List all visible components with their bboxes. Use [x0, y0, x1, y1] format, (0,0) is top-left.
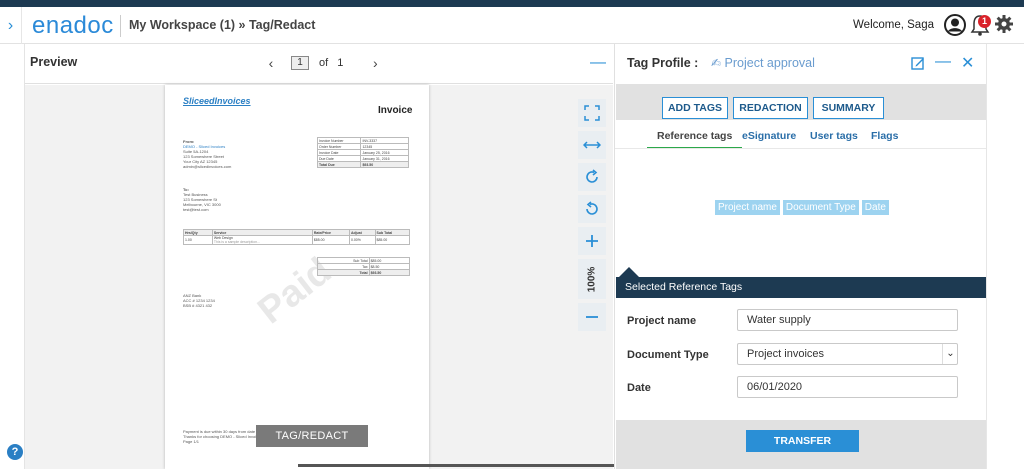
subtab-esignature[interactable]: eSignature — [742, 130, 796, 142]
zoom-out-icon[interactable] — [578, 303, 606, 331]
selected-tags-header: Selected Reference Tags — [616, 277, 987, 298]
page-navigator: ‹ 1 of 1 › — [263, 55, 383, 71]
document-viewer[interactable]: SliceedInvoices Invoice Paid From: DEMO … — [25, 85, 613, 469]
zoom-value: 100% — [586, 266, 598, 292]
from-block: From: DEMO - Sliced Invoices Suite 5A-12… — [183, 139, 231, 169]
page-total: 1 — [337, 57, 344, 69]
header-divider — [120, 15, 121, 37]
panel-title: Tag Profile : — [627, 56, 699, 70]
from-line: admin@slicedinvoices.com — [183, 164, 232, 169]
close-icon[interactable]: ✕ — [961, 53, 974, 73]
section-notch — [619, 267, 639, 277]
reference-tag-chips: Project name Document Type Date — [715, 200, 892, 215]
tab-redaction[interactable]: REDACTION — [733, 97, 808, 119]
preview-title: Preview — [30, 55, 78, 69]
help-icon[interactable]: ? — [7, 444, 23, 460]
date-label: Date — [627, 382, 651, 394]
page-of-label: of — [319, 57, 329, 69]
rotate-left-icon[interactable] — [578, 195, 606, 223]
prev-page-icon[interactable]: ‹ — [263, 55, 279, 71]
items-cell: $85.00 — [311, 235, 350, 245]
edit-icon[interactable] — [911, 56, 925, 70]
tag-chip-document-type[interactable]: Document Type — [782, 200, 859, 215]
project-name-label: Project name — [627, 315, 697, 327]
app-logo[interactable]: enadoc — [32, 12, 114, 40]
tab-add-tags[interactable]: ADD TAGS — [662, 97, 728, 119]
top-stripe — [0, 0, 1024, 7]
subtab-divider — [615, 148, 987, 149]
profile-name[interactable]: ✍ Project approval — [711, 56, 815, 70]
signature-icon: ✍ — [711, 56, 722, 70]
minimize-icon[interactable]: — — [935, 53, 951, 71]
welcome-text: Welcome, Saga — [853, 19, 934, 31]
meta-key: Total Due — [316, 161, 362, 168]
invoice-title: Invoice — [378, 105, 413, 116]
date-field[interactable]: 06/01/2020 — [737, 376, 958, 398]
tab-bar: ADD TAGS REDACTION SUMMARY — [616, 84, 987, 120]
tag-chip-project-name[interactable]: Project name — [715, 200, 780, 215]
document-type-select[interactable]: Project invoices — [737, 343, 958, 365]
gear-icon[interactable] — [994, 14, 1014, 34]
fit-page-icon[interactable] — [578, 99, 606, 127]
document-type-label: Document Type — [627, 349, 709, 361]
subtab-reference-tags[interactable]: Reference tags — [647, 130, 743, 149]
left-sidebar — [0, 44, 25, 469]
profile-name-text: Project approval — [724, 56, 815, 70]
transfer-button[interactable]: TRANSFER — [746, 430, 859, 452]
items-cell: 0.00% — [348, 235, 376, 245]
subtab-bar: Reference tags eSignature User tags Flag… — [615, 130, 987, 150]
subtab-user-tags[interactable]: User tags — [810, 130, 858, 142]
chevron-right-icon[interactable]: › — [0, 7, 22, 44]
invoice-totals-table: Sub Total $85.00 Tax $8.50 Total $93.50 — [317, 257, 411, 276]
totals-value: $93.50 — [368, 269, 411, 276]
items-cell: 1.00 — [183, 235, 213, 245]
project-name-field[interactable]: Water supply — [737, 309, 958, 331]
bank-line: BSB # 4321 432 — [183, 303, 213, 308]
breadcrumb[interactable]: My Workspace (1) » Tag/Redact — [129, 18, 315, 32]
next-page-icon[interactable]: › — [367, 55, 383, 71]
tag-redact-button[interactable]: TAG/REDACT — [256, 425, 368, 447]
page-number-input[interactable]: 1 — [291, 56, 309, 70]
to-block: To: Test Business 123 Somewhere St Melbo… — [183, 187, 221, 212]
notification-badge[interactable]: 1 — [978, 15, 991, 28]
item-description: This is a sample description... — [213, 240, 260, 244]
items-cell: Web Design This is a sample description..… — [211, 235, 313, 245]
fit-width-icon[interactable] — [578, 131, 606, 159]
totals-key: Total — [317, 269, 370, 276]
viewer-toolbar: 100% — [578, 99, 608, 335]
tab-summary[interactable]: SUMMARY — [813, 97, 884, 119]
tag-chip-date[interactable]: Date — [861, 200, 889, 215]
right-edge-strip — [986, 44, 1024, 469]
chevron-down-icon[interactable]: ⌄ — [942, 344, 958, 364]
app-header: › enadoc My Workspace (1) » Tag/Redact W… — [0, 7, 1024, 44]
invoice-items-table: Hrs/Qty Service Rate/Price Adjust Sub To… — [183, 229, 411, 245]
invoice-logo: SliceedInvoices — [183, 96, 251, 106]
bank-block: ANZ Bank ACC # 1234 1234 BSB # 4321 432 — [183, 293, 215, 308]
zoom-in-icon[interactable] — [578, 227, 606, 255]
preview-header: Preview ‹ 1 of 1 › — — [25, 44, 613, 84]
subtab-flags[interactable]: Flags — [871, 130, 898, 142]
invoice-meta-table: Invoice Number INV-3337 Order Number 12345… — [316, 137, 409, 168]
rotate-right-icon[interactable] — [578, 163, 606, 191]
horizontal-scrollbar[interactable] — [298, 464, 614, 467]
document-page: SliceedInvoices Invoice Paid From: DEMO … — [165, 85, 429, 469]
zoom-level: 100% — [578, 259, 606, 299]
minimize-icon[interactable]: — — [590, 54, 606, 72]
preview-pane: Preview ‹ 1 of 1 › — SliceedInvoices Inv… — [25, 44, 613, 469]
meta-value: $93.50 — [360, 161, 409, 168]
tag-profile-panel: Tag Profile : ✍ Project approval — ✕ ADD… — [614, 44, 987, 469]
to-line: test@test.com — [183, 207, 209, 212]
items-cell: $85.00 — [374, 235, 411, 245]
user-icon[interactable] — [944, 14, 966, 36]
